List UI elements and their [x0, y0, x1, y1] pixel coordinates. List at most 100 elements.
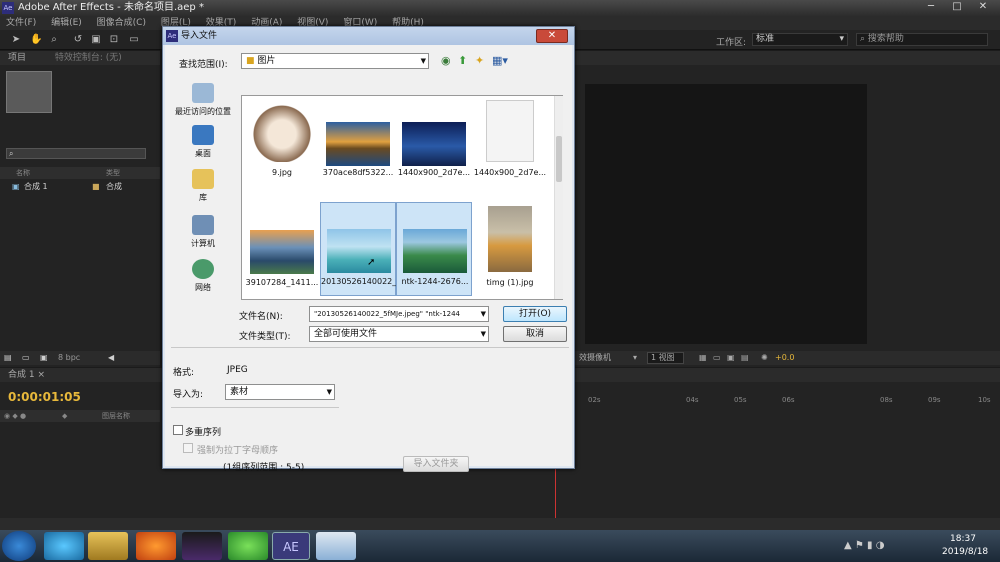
after-effects-icon: Ae	[2, 2, 14, 14]
clock-time[interactable]: 18:37	[950, 534, 976, 544]
view-menu-icon[interactable]: ▦▾	[492, 54, 508, 67]
place-recent[interactable]: 最近访问的位置	[169, 83, 237, 117]
place-desktop[interactable]: 桌面	[169, 125, 237, 159]
place-libraries[interactable]: 库	[169, 169, 237, 203]
menu-edit[interactable]: 编辑(E)	[51, 18, 82, 28]
sequence-checkbox[interactable]	[173, 425, 183, 435]
composition-icon: ▣	[12, 182, 20, 191]
file-item[interactable]: 1440x900_2d7e...	[472, 96, 548, 190]
window-title: Adobe After Effects - 未命名项目.aep *	[18, 2, 204, 13]
hand-tool-icon[interactable]: ✋	[30, 34, 42, 46]
mask-tool-icon[interactable]: ▭	[128, 34, 140, 46]
cancel-button[interactable]: 取消	[503, 326, 567, 342]
sequence-range-text: (1组序列范围 : 5-5)	[223, 463, 305, 473]
place-computer[interactable]: 计算机	[169, 215, 237, 249]
file-item[interactable]: 9.jpg	[244, 96, 320, 190]
col-type[interactable]: 类型	[106, 167, 120, 179]
desktop-icon	[192, 125, 214, 145]
camera-select[interactable]: 效摄像机	[579, 351, 611, 365]
bpc-label[interactable]: 8 bpc	[58, 351, 80, 365]
workspace-select[interactable]: 标准 ▾	[752, 33, 848, 46]
after-effects-taskbar-button[interactable]: AE	[272, 532, 310, 560]
project-list-item[interactable]: ▣ 合成 1 ■ 合成	[0, 181, 160, 193]
region-icon[interactable]: ▭	[713, 351, 721, 365]
divider	[171, 347, 569, 348]
rotate-tool-icon[interactable]: ↺	[72, 34, 84, 46]
file-item[interactable]: 39107284_1411...	[244, 200, 320, 294]
back-icon[interactable]: ◉	[441, 54, 451, 67]
file-name: timg (1).jpg	[486, 278, 534, 287]
col-name[interactable]: 名称	[16, 167, 30, 179]
new-folder-icon[interactable]: ▭	[22, 351, 30, 365]
minimize-button[interactable]: ─	[918, 0, 944, 14]
views-select[interactable]: 1 视图	[647, 352, 684, 364]
menu-file[interactable]: 文件(F)	[6, 18, 36, 28]
filename-input[interactable]: "20130526140022_5fMJe.jpeg" "ntk-1244 ▼	[309, 306, 489, 322]
file-name: 39107284_1411...	[245, 278, 319, 287]
new-comp-icon[interactable]: ▣	[40, 351, 48, 365]
file-item[interactable]: timg (1).jpg	[472, 200, 548, 294]
tab-effect-controls[interactable]: 特效控制台: (无)	[55, 53, 122, 63]
force-alpha-checkbox[interactable]	[183, 443, 193, 453]
layer-column-header: ◉ ◆ ● ◆ 图层名称	[0, 410, 160, 422]
maximize-button[interactable]: □	[944, 0, 970, 14]
image-thumbnail	[250, 100, 314, 162]
tray-icons[interactable]: ▲ ⚑ ▮ ◑	[844, 540, 884, 551]
project-footer: ▤ ▭ ▣ 8 bpc ◀	[0, 351, 160, 365]
workspace-value: 标准	[756, 34, 775, 44]
app-green-icon[interactable]	[228, 532, 268, 560]
exposure-icon[interactable]: ✺	[761, 351, 768, 365]
firefox-icon[interactable]	[136, 532, 176, 560]
current-timecode[interactable]: 0:00:01:05	[8, 390, 81, 404]
time-ruler[interactable]: 02s 04s 05s 06s 08s 09s 10s	[580, 396, 991, 408]
app-window-icon[interactable]	[316, 532, 356, 560]
new-folder-icon[interactable]: ✦	[475, 54, 484, 67]
menu-composition[interactable]: 图像合成(C)	[97, 18, 146, 28]
file-list[interactable]: 9.jpg 370ace8df5322... 1440x900_2d7e... …	[241, 95, 563, 300]
folder-icon: ■	[246, 56, 255, 66]
look-in-label: 查找范围(I):	[179, 60, 228, 70]
start-button[interactable]	[2, 531, 36, 561]
fast-preview-icon[interactable]: ▣	[727, 351, 735, 365]
open-button[interactable]: 打开(O)	[503, 306, 567, 322]
pan-behind-tool-icon[interactable]: ⊡	[108, 34, 120, 46]
dialog-close-button[interactable]: ✕	[536, 29, 568, 43]
camera-tool-icon[interactable]: ▣	[90, 34, 102, 46]
workspace-label: 工作区:	[716, 38, 747, 48]
ruler-tick: 02s	[588, 396, 601, 404]
place-network[interactable]: 网络	[169, 259, 237, 293]
media-player-icon[interactable]	[44, 532, 84, 560]
search-help-input[interactable]: ⌕ 搜索帮助	[856, 33, 988, 46]
grid-icon[interactable]: ▦	[699, 351, 707, 365]
selection-tool-icon[interactable]: ➤	[10, 34, 22, 46]
up-folder-icon[interactable]: ⬆	[458, 54, 467, 67]
import-as-select[interactable]: 素材 ▼	[225, 384, 335, 400]
look-in-value: 图片	[257, 56, 276, 66]
project-search-input[interactable]: ⌕	[6, 148, 146, 159]
tab-composition[interactable]: 合成 1	[8, 370, 35, 380]
close-button[interactable]: ✕	[970, 0, 996, 14]
clock-date[interactable]: 2019/8/18	[942, 547, 988, 557]
tab-project[interactable]: 项目	[8, 53, 26, 63]
scrollbar-thumb[interactable]	[556, 136, 562, 182]
ruler-tick: 09s	[928, 396, 941, 404]
interpret-footage-icon[interactable]: ▤	[4, 351, 12, 365]
composition-canvas[interactable]	[585, 84, 867, 344]
file-list-scrollbar[interactable]	[554, 96, 563, 299]
scroll-left-icon[interactable]: ◀	[108, 351, 114, 365]
file-item[interactable]: 370ace8df5322...	[320, 96, 396, 190]
file-item[interactable]: 1440x900_2d7e...	[396, 96, 472, 190]
exposure-value[interactable]: +0.0	[775, 351, 794, 365]
file-explorer-icon[interactable]	[88, 532, 128, 560]
look-in-select[interactable]: ■ 图片 ▼	[241, 53, 429, 69]
transparency-icon[interactable]: ▤	[741, 351, 749, 365]
filetype-select[interactable]: 全部可使用文件 ▼	[309, 326, 489, 342]
close-tab-icon[interactable]: ×	[37, 370, 45, 380]
zoom-tool-icon[interactable]: ⌕	[48, 34, 60, 46]
col-layer-name[interactable]: 图层名称	[102, 410, 130, 422]
file-item-selected[interactable]: 20130526140022_5fMJe.jpeg ➚	[320, 202, 397, 296]
chevron-down-icon: ▼	[480, 307, 486, 321]
video-editor-icon[interactable]	[182, 532, 222, 560]
file-item-selected[interactable]: ntk-1244-2676...	[396, 202, 472, 296]
import-folder-button[interactable]: 导入文件夹	[403, 456, 469, 472]
